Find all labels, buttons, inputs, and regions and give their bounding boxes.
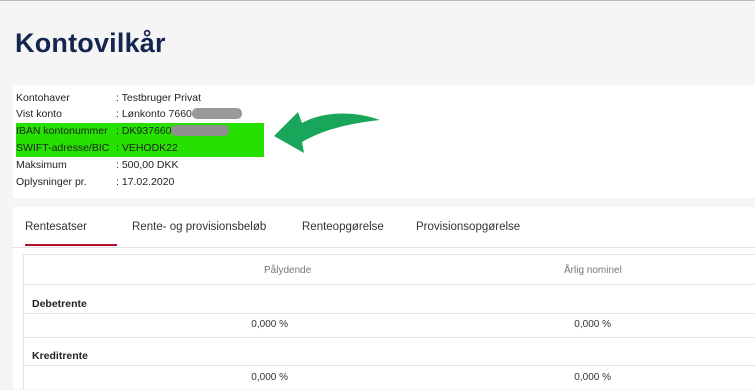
info-value: : VEHODK22 — [116, 142, 178, 154]
table-cell: 0,000 % — [251, 372, 288, 383]
row-divider — [24, 365, 755, 366]
column-header-nominal: Pålydende — [264, 265, 312, 276]
info-label: Maksimum — [16, 159, 67, 171]
row-divider — [24, 337, 755, 338]
interest-table: Pålydende Årlig nominel Debetrente 0,000… — [23, 254, 755, 390]
tab-bar: Rentesatser Rente- og provisionsbeløb Re… — [13, 207, 755, 248]
info-row-shown-account: Vist konto : Lønkonto 7660 — [16, 107, 242, 122]
info-row-swift: SWIFT-adresse/BIC : VEHODK22 — [16, 141, 178, 156]
tab-renteopgoerelse[interactable]: Renteopgørelse — [302, 221, 384, 233]
info-label: Kontohaver — [16, 92, 70, 104]
table-cell: 0,000 % — [251, 319, 288, 330]
redaction-mask — [171, 124, 230, 136]
page-title: Kontovilkår — [15, 28, 166, 58]
column-header-annual: Årlig nominel — [564, 265, 622, 276]
info-label: SWIFT-adresse/BIC — [16, 142, 110, 154]
info-label: Oplysninger pr. — [16, 176, 87, 188]
info-value: : Lønkonto 7660 — [116, 108, 192, 120]
table-cell: 0,000 % — [574, 319, 611, 330]
info-value: : 500,00 DKK — [116, 159, 179, 171]
pointer-arrow-icon — [274, 112, 380, 153]
info-row-info-date: Oplysninger pr. : 17.02.2020 — [16, 175, 174, 190]
row-divider — [24, 284, 755, 285]
info-row-maximum: Maksimum : 500,00 DKK — [16, 158, 178, 173]
info-value: : DK937660 — [116, 125, 172, 137]
top-divider — [0, 0, 755, 1]
group-label-credit: Kreditrente — [32, 350, 89, 362]
tab-provisionsopgoerelse[interactable]: Provisionsopgørelse — [416, 221, 520, 233]
group-label-debit: Debetrente — [32, 298, 87, 310]
info-label: IBAN kontonummer — [16, 125, 108, 137]
table-cell: 0,000 % — [574, 372, 611, 383]
tab-rentesatser[interactable]: Rentesatser — [25, 221, 87, 233]
info-label: Vist konto — [16, 108, 62, 120]
redaction-mask — [191, 107, 242, 119]
terms-card: Rentesatser Rente- og provisionsbeløb Re… — [13, 207, 755, 390]
info-row-iban: IBAN kontonummer : DK937660 — [16, 124, 230, 139]
tab-rente-provisionsbeloeb[interactable]: Rente- og provisionsbeløb — [132, 221, 266, 233]
row-divider — [24, 313, 755, 314]
info-value: : Testbruger Privat — [116, 92, 202, 104]
info-value: : 17.02.2020 — [116, 176, 175, 188]
active-tab-indicator — [25, 244, 117, 246]
info-row-account-holder: Kontohaver : Testbruger Privat — [16, 91, 201, 106]
